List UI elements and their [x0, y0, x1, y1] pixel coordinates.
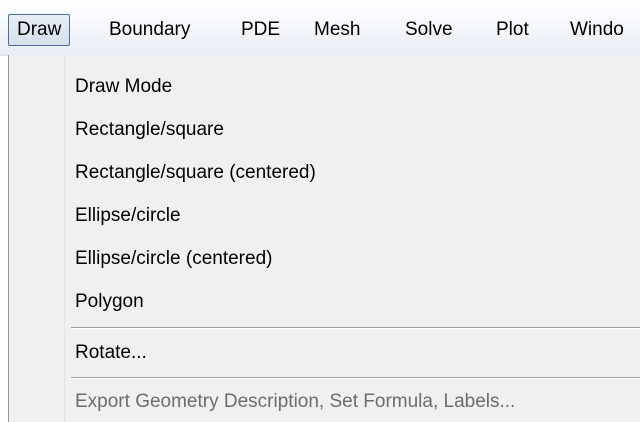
- menu-solve[interactable]: Solve: [405, 14, 453, 46]
- menu-bar: Draw Boundary PDE Mesh Solve Plot Windo: [0, 0, 640, 56]
- menu-draw[interactable]: Draw: [8, 14, 71, 46]
- menu-item-rotate[interactable]: Rotate...: [75, 333, 147, 373]
- menu-separator: [71, 327, 640, 329]
- menu-item-polygon[interactable]: Polygon: [75, 282, 144, 322]
- menu-item-draw-mode[interactable]: Draw Mode: [75, 67, 172, 107]
- menu-item-rectangle-square-centered[interactable]: Rectangle/square (centered): [75, 153, 316, 193]
- menu-item-ellipse-circle[interactable]: Ellipse/circle: [75, 196, 181, 236]
- menu-item-ellipse-circle-centered[interactable]: Ellipse/circle (centered): [75, 239, 272, 279]
- menu-plot[interactable]: Plot: [496, 14, 529, 46]
- menu-item-export-geometry-description: Export Geometry Description, Set Formula…: [75, 391, 516, 412]
- draw-dropdown-menu: Draw Mode Rectangle/square Rectangle/squ…: [8, 55, 640, 422]
- menu-window[interactable]: Windo: [570, 14, 624, 46]
- menu-pde[interactable]: PDE: [241, 14, 280, 46]
- menu-separator: [71, 377, 640, 379]
- menu-icon-gutter: [9, 55, 65, 422]
- menu-item-rectangle-square[interactable]: Rectangle/square: [75, 110, 224, 150]
- menu-boundary[interactable]: Boundary: [109, 14, 190, 46]
- menu-mesh[interactable]: Mesh: [314, 14, 360, 46]
